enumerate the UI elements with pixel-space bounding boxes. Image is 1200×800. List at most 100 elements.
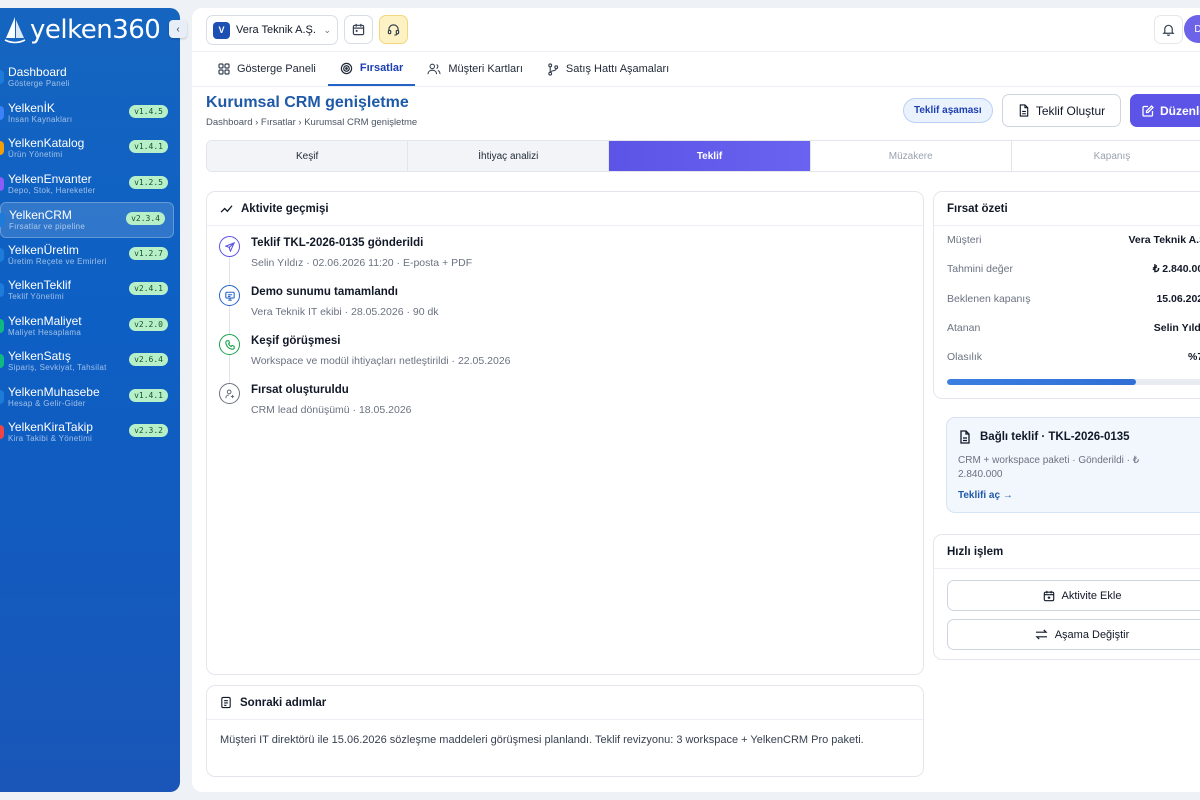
users-icon [427, 63, 441, 75]
module-color-dot [0, 70, 4, 84]
sidebar-item[interactable]: Dashboard Gösterge Paneli [0, 60, 180, 96]
activity-item-meta: Selin Yıldız · 02.06.2026 11:20 · E-post… [251, 257, 473, 269]
stage-step[interactable]: Keşif [207, 141, 409, 171]
module-color-dot [0, 176, 4, 191]
create-quote-label: Teklif Oluştur [1035, 103, 1106, 118]
add-activity-button[interactable]: Aktivite Ekle [947, 580, 1200, 611]
module-color-dot [0, 283, 4, 297]
sidebar-item[interactable]: YelkenMaliyet Maliyet Hesaplama v2.2.0 [0, 309, 180, 345]
stage-step[interactable]: Teklif [609, 141, 811, 171]
add-activity-label: Aktivite Ekle [1061, 589, 1122, 602]
tab-fırsatlar[interactable]: Fırsatlar [327, 52, 416, 86]
edit-icon [1142, 104, 1154, 117]
sidebar-item[interactable]: YelkenSatış Sipariş, Sevkiyat, Tahsilat v2… [0, 344, 180, 380]
activity-header: Aktivite geçmişi [207, 192, 923, 226]
summary-row-label: Tahmini değer [947, 263, 1013, 276]
module-color-dot [0, 318, 4, 333]
probability-bar [947, 379, 1200, 385]
support-button[interactable] [379, 15, 408, 44]
activity-item-title: Fırsat oluşturuldu [251, 384, 349, 396]
bell-icon [1162, 24, 1175, 36]
summary-row: Müşteri Vera Teknik A.Ş. [947, 234, 1200, 246]
tab-satış-hattı-aşamaları[interactable]: Satış Hattı Aşamaları [535, 52, 681, 86]
sail-logo-icon [4, 17, 26, 44]
timeline-connector [229, 355, 230, 383]
summary-row: Beklenen kapanış 15.06.2026 [947, 293, 1200, 305]
stage-step[interactable]: İhtiyaç analizi [408, 141, 610, 171]
sidebar-item-label: Dashboard [8, 65, 67, 79]
presentation-icon [219, 285, 240, 306]
open-quote-link[interactable]: Teklifi aç → [958, 490, 1013, 501]
quick-actions-title: Hızlı işlem [947, 545, 1004, 558]
activity-item-title: Keşif görüşmesi [251, 335, 341, 347]
tab-label: Müşteri Kartları [448, 63, 523, 75]
document-icon [1019, 104, 1029, 117]
main-content: V Vera Teknik A.Ş. ⌄ D Gösterge Paneli Fı… [192, 8, 1200, 792]
linked-quote-card[interactable]: Bağlı teklif · TKL-2026-0135 CRM + works… [946, 417, 1200, 513]
summary-row-value: Selin Yıldız [1153, 321, 1200, 334]
collapse-sidebar-button[interactable]: ‹ [169, 20, 187, 38]
summary-row-label: Olasılık [947, 351, 983, 364]
file-icon [960, 430, 970, 444]
summary-row: Atanan Selin Yıldız [947, 322, 1200, 334]
tabs-divider [192, 86, 1200, 87]
module-color-dot [0, 389, 4, 404]
stage-step[interactable]: Kapanış [1011, 141, 1200, 171]
opportunity-summary-card: Fırsat özeti Müşteri Vera Teknik A.Ş. Tahm… [933, 191, 1200, 399]
sidebar-item[interactable]: YelkenÜretim Üretim Reçete ve Emirleri v1.… [0, 238, 180, 274]
sidebar: yelken360 Dashboard Gösterge Paneli Yelken… [0, 8, 180, 792]
activity-title: Aktivite geçmişi [241, 202, 329, 215]
activity-item-meta: Workspace ve modül ihtiyaçları netleştir… [251, 355, 511, 367]
next-steps-text: Müşteri IT direktörü ile 15.06.2026 sözl… [220, 734, 864, 746]
branch-icon [547, 62, 559, 76]
brand-logo[interactable]: yelken360 [4, 12, 161, 48]
module-color-dot [0, 213, 5, 227]
create-quote-button[interactable]: Teklif Oluştur [1002, 94, 1121, 127]
activity-item: Teklif TKL-2026-0135 gönderildi Selin Yıl… [207, 236, 907, 285]
summary-header: Fırsat özeti [934, 192, 1200, 226]
sidebar-item[interactable]: YelkenİK İnsan Kaynakları v1.4.5 [0, 96, 180, 132]
headset-icon [387, 24, 400, 36]
user-avatar[interactable]: D [1184, 15, 1200, 43]
calendar-plus-icon [1043, 590, 1054, 601]
activity-item-title: Teklif TKL-2026-0135 gönderildi [251, 237, 424, 249]
company-name: Vera Teknik A.Ş. [236, 24, 316, 36]
version-badge: v1.2.5 [129, 175, 168, 189]
sidebar-item[interactable]: YelkenCRM Fırsatlar ve pipeline v2.3.4 [0, 202, 174, 238]
calendar-icon [352, 23, 365, 36]
calendar-button[interactable] [344, 15, 373, 44]
sidebar-item[interactable]: YelkenKiraTakip Kira Takibi & Yönetimi v2.… [0, 415, 180, 451]
quick-actions-header: Hızlı işlem [934, 535, 1200, 569]
module-color-dot [0, 425, 4, 439]
version-badge: v2.2.0 [129, 317, 168, 331]
version-badge: v1.4.1 [129, 388, 168, 402]
sidebar-item[interactable]: YelkenTeklif Teklif Yönetimi v2.4.1 [0, 273, 180, 309]
version-badge: v2.6.4 [129, 353, 168, 366]
summary-row: Tahmini değer ₺ 2.840.000 [947, 263, 1200, 275]
activity-item: Demo sunumu tamamlandı Vera Teknik IT eki… [207, 285, 907, 334]
pipeline-stages: Keşif İhtiyaç analizi Teklif Müzakere Kapanı… [206, 140, 1200, 172]
target-icon [340, 62, 353, 75]
sidebar-item-subtitle: Gösterge Paneli [8, 79, 70, 88]
stage-badge: Teklif aşaması [903, 98, 993, 123]
notes-icon [221, 696, 231, 709]
change-stage-button[interactable]: Aşama Değiştir [947, 619, 1200, 650]
tab-müşteri-kartları[interactable]: Müşteri Kartları [415, 52, 535, 86]
version-badge: v1.2.7 [129, 246, 168, 260]
version-badge: v2.3.4 [126, 212, 165, 225]
activity-item-meta: Vera Teknik IT ekibi · 28.05.2026 · 90 d… [251, 306, 439, 318]
company-selector[interactable]: V Vera Teknik A.Ş. ⌄ [206, 15, 338, 45]
module-color-dot [0, 247, 4, 262]
sidebar-item[interactable]: YelkenEnvanter Depo, Stok, Hareketler v1.2… [0, 167, 180, 203]
notifications-button[interactable] [1154, 15, 1183, 44]
sidebar-item[interactable]: YelkenMuhasebe Hesap & Gelir-Gider v1.4.1 [0, 380, 180, 416]
sidebar-item[interactable]: YelkenKatalog Ürün Yönetimi v1.4.1 [0, 131, 180, 167]
tab-gösterge-paneli[interactable]: Gösterge Paneli [206, 52, 328, 86]
edit-button[interactable]: Düzenle [1130, 94, 1200, 127]
edit-label: Düzenle [1160, 103, 1200, 118]
tab-label: Fırsatlar [359, 62, 404, 74]
linked-quote-title: Bağlı teklif · TKL-2026-0135 [980, 431, 1130, 443]
stage-step[interactable]: Müzakere [810, 141, 1012, 171]
summary-row-label: Müşteri [947, 234, 982, 246]
linked-quote-header: Bağlı teklif · TKL-2026-0135 [959, 430, 1130, 444]
